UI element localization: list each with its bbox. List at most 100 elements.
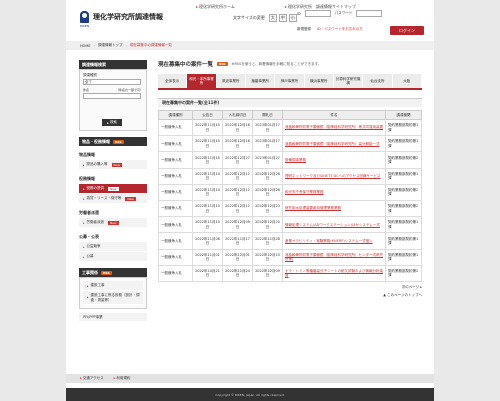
tab-sendai[interactable]: 仙台支所 [363,74,393,88]
cell-subject[interactable]: 和光市庁舎保守業務業務 [282,183,386,201]
goods-group-title: 物品情報 [79,152,95,157]
table-row: 一般競争入札 2022年11月08日 2022年11月17日 2022年11月28日産… [158,232,422,250]
cell-announce-date: 2022年11月10日 [192,199,223,218]
cell-agency: 契約業務部契約第2課 [385,183,422,201]
keyword-input[interactable] [83,93,141,99]
cell-type: 一般競争入札 [158,248,193,266]
tab-wako[interactable]: 和光・本所事業所 [187,74,217,88]
cell-subject[interactable]: 液晶軟骨物質電子顕微鏡（脳神経科学研究所）等共同運用装置 [282,118,386,137]
cell-opening-date: 2022年12月15日 [252,248,283,266]
list-title: 現在募集中の案件一覧(全11件) [158,98,422,107]
terms-link[interactable]: 利用規約 [114,376,130,381]
link-riken-home[interactable]: 理化学研究所ホーム [196,4,235,10]
font-small-button[interactable]: 小 [288,14,297,22]
side-item-label: 物品の購入等 [86,162,108,166]
cell-subject[interactable]: 液晶軟骨物質電子顕微鏡（脳神経科学研究所）高分解能一式 [282,135,386,153]
register-link[interactable]: 新規登録 [297,27,311,32]
cell-type: 一般競争入札 [158,183,193,201]
rss-badge[interactable]: RSS [113,139,124,144]
tab-yokohama[interactable]: 横浜事業所 [304,74,334,88]
side-item-public-offer[interactable]: 公募 [79,252,147,262]
cell-subject[interactable]: 産業オラビリティ・実験業務(KNERP)システム一式借入 [282,232,386,250]
table-header-row: 調達種別 公告日 入札締切日 開札日 件名 調達機関 [158,110,422,120]
font-medium-button[interactable]: 中 [278,14,287,22]
side-item-construction-service[interactable]: 建設工事に係る役務（設計・調査・測量等） [83,291,143,305]
page-top-link[interactable]: ▲ このページのトップへ [158,293,422,298]
cell-announce-date: 2022年10月21日 [192,264,223,282]
side-item-label: 建設工事 [90,283,105,287]
pfi-link[interactable]: PFI/PPP事業 [79,313,147,321]
side-item-construction[interactable]: 建設工事 [83,281,143,291]
cell-deadline: 2022年12月16日 [222,135,253,153]
new-badge: New [111,162,123,167]
font-large-button[interactable]: 大 [268,14,277,22]
table-row: 一般競争入札 2022年11月10日 2022年12月12日 2022年12月23日研… [158,199,422,218]
cell-opening-date: 2022年11月28日 [252,232,283,250]
tab-tsukuba[interactable]: 筑波事業所 [216,74,246,88]
cell-agency: 契約業務部契約第1課 [385,118,422,137]
login-form: ID パスワード [297,10,383,17]
cell-agency: 契約業務部契約第2課 [385,199,422,218]
tab-harima[interactable]: 播磨事業所 [245,74,276,88]
cell-type: 一般競争入札 [158,199,193,218]
footer-links: 交通アクセス 利用規約 [66,374,434,383]
cell-deadline: 2022年11月17日 [222,232,253,250]
main-content: 現在募集中の案件一覧 RSS ※RSSを使うと、新着情報を手軽に知ることができま… [158,60,422,298]
breadcrumb-procurement-top[interactable]: 調達情報トップ [98,43,123,48]
cell-deadline: 2022年12月16日 [222,118,253,137]
col-opening-date: 開札日 [252,110,283,120]
cell-type: 一般競争入札 [158,167,193,185]
tab-all[interactable]: 全体表示 [158,74,188,88]
id-input[interactable] [304,10,331,17]
rss-badge[interactable]: RSS [101,270,112,275]
access-link[interactable]: 交通アクセス [80,376,104,381]
breadcrumb: HOME › 調達情報トップ › 現在募集中の調達情報一覧 [66,41,434,50]
cell-subject[interactable]: 研究用水処理装置維持管理業務業務 [282,199,386,218]
cell-opening-date: 2022年12月20日 [252,216,283,234]
rss-badge[interactable]: RSS [217,62,228,66]
next-page-link[interactable]: 次のページ ▸ [158,285,422,290]
side-item-public-competition[interactable]: 公益競争 [79,242,147,252]
side-item-label: 公募 [86,254,94,258]
cell-subject[interactable]: 設備調達業務 [282,151,386,169]
cell-opening-date: 2023年01月17日 [252,135,283,153]
password-input[interactable] [356,10,383,17]
cell-deadline: 2022年12月01日 [222,248,253,266]
cell-type: 一般競争入札 [158,118,193,137]
tab-computational[interactable]: 計算科学研究機構 [333,74,364,88]
login-button[interactable]: ログイン [390,26,424,35]
tab-kobe[interactable]: 神戸事業所 [275,74,305,88]
login-button-label: ログイン [399,27,415,33]
goods-section-title: 物品・役務情報 [82,138,110,144]
font-size-label: 文字サイズの変更 [233,15,265,20]
cell-opening-date: 2022年12月26日 [252,183,283,201]
cell-subject[interactable]: 理研ネットワーク及びSINET3 DCへのアクセス回線サービス [282,167,386,185]
side-item-goods-purchase[interactable]: 物品の購入等New [79,160,147,170]
cell-opening-date: 2023年01月27日 [252,151,283,169]
search-box-title: 調達情報検索 [82,61,106,67]
cell-subject[interactable]: 情報処理システム(ADワークステーション)ほかシステム一式 [282,216,386,234]
pfi-label: PFI/PPP事業 [83,314,103,319]
side-item-label: 役務の提供 [86,186,105,190]
keyword-label: 件名 [83,88,90,92]
page: RIKEN 理化学研究所調達情報 理化学研究所ホーム 理化学研究所 調達情報サイ… [66,0,434,401]
category-select[interactable]: 全て [83,79,141,85]
side-item-label: 建設工事に係る役務（設計・調査・測量等） [90,293,140,302]
cell-subject[interactable]: ナラ・トミノ等播磨高分子シートの耐久試験および情報分析装置 [282,264,386,282]
side-item-service[interactable]: 役務の提供New [79,184,147,194]
search-button[interactable]: ▸ 検索 [102,119,122,126]
breadcrumb-home[interactable]: HOME [80,44,91,48]
search-button-label: 検索 [109,120,117,124]
cell-opening-date: 2022年12月26日 [252,167,283,185]
tab-osaka[interactable]: 大阪 [392,74,422,88]
cell-deadline: 2022年12月27日 [222,151,253,169]
side-item-dispatch[interactable]: 労働者派遣New [79,218,147,228]
cell-subject[interactable]: 液晶軟骨物質電子顕微鏡（脳神経科学研究所）センター内研究所等) [282,248,386,266]
forgot-password-link[interactable]: ID・パスワードをお忘れの方 [317,27,363,32]
cell-agency: 契約業務部契約第1課 [385,248,422,266]
cell-deadline: 2022年11月24日 [222,264,253,282]
location-tabs: 全体表示 和光・本所事業所 筑波事業所 播磨事業所 神戸事業所 横浜事業所 計算… [158,74,422,90]
main-title-row: 現在募集中の案件一覧 RSS ※RSSを使うと、新着情報を手軽に知ることができま… [158,60,422,69]
cell-announce-date: 2022年11月01日 [192,248,223,266]
side-item-lease[interactable]: 賃貸・リース・保守等New [79,194,147,204]
